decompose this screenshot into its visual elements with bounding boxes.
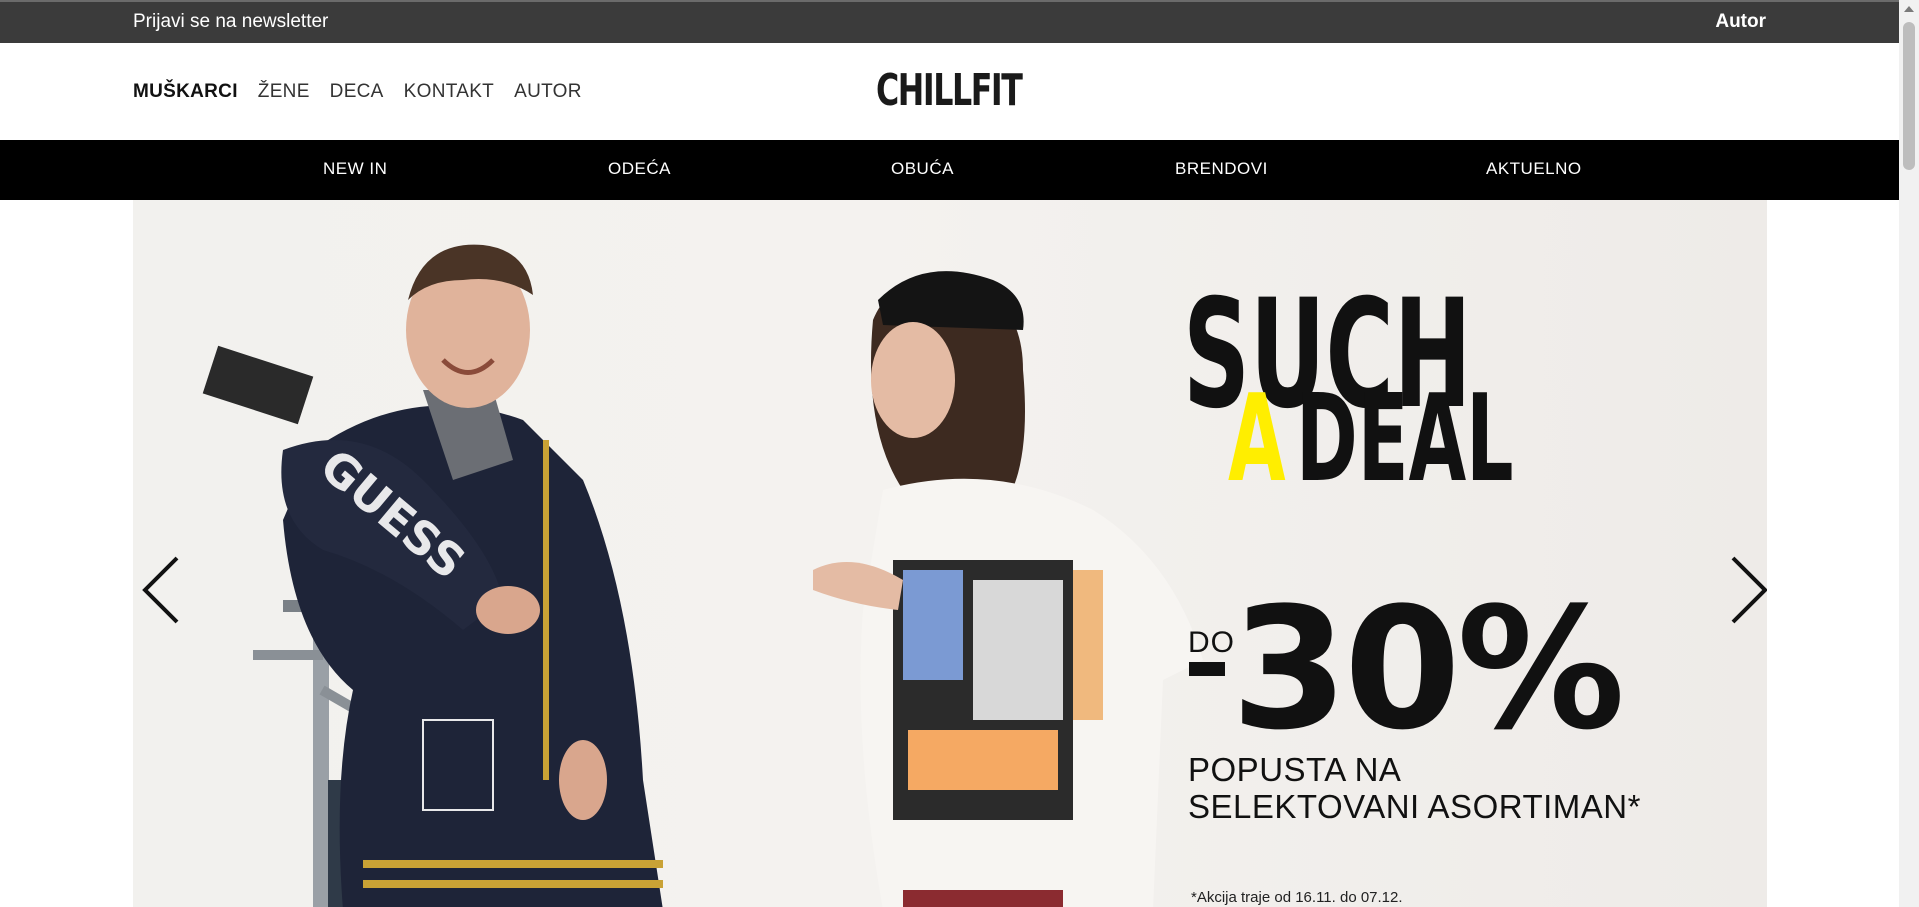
nav-item-autor[interactable]: AUTOR — [514, 81, 582, 103]
model-man-image: GUESS — [202, 244, 663, 907]
hero-banner[interactable]: GUESS SUCH A DEAL DO 30% POPUSTA NA SELE… — [133, 200, 1767, 907]
main-nav-odeca[interactable]: ODEĆA — [608, 159, 671, 179]
site-logo[interactable]: CHILLFIT — [876, 65, 1023, 116]
nav-item-kontakt[interactable]: KONTAKT — [404, 81, 494, 103]
headline-deal: DEAL — [1296, 370, 1514, 509]
discount-line-1: POPUSTA NA — [1188, 751, 1402, 788]
main-nav-brendovi[interactable]: BRENDOVI — [1175, 159, 1268, 179]
nav-item-zene[interactable]: ŽENE — [258, 81, 310, 103]
scrollbar-thumb[interactable] — [1903, 22, 1915, 170]
page-scrollbar[interactable] — [1899, 0, 1919, 907]
headline-a: A — [1228, 370, 1286, 509]
nav-item-deca[interactable]: DECA — [330, 81, 384, 103]
chevron-left-icon[interactable] — [139, 554, 185, 626]
main-nav: NEW IN ODEĆA OBUĆA BRENDOVI AKTUELNO — [0, 140, 1899, 200]
discount-dash — [1189, 662, 1225, 676]
nav-item-muskarci[interactable]: MUŠKARCI — [133, 81, 238, 103]
main-nav-new-in[interactable]: NEW IN — [323, 159, 387, 179]
promo-footnote: *Akcija traje od 16.11. do 07.12. — [1191, 889, 1403, 906]
discount-prefix: DO — [1188, 626, 1235, 659]
gender-nav: MUŠKARCI ŽENE DECA KONTAKT AUTOR — [133, 81, 582, 103]
discount-line-2: SELEKTOVANI ASORTIMAN* — [1188, 788, 1641, 825]
site-header: MUŠKARCI ŽENE DECA KONTAKT AUTOR CHILLFI… — [0, 43, 1899, 140]
chevron-right-icon[interactable] — [1725, 554, 1767, 626]
autor-link[interactable]: Autor — [1715, 11, 1766, 33]
discount-description: POPUSTA NA SELEKTOVANI ASORTIMAN* — [1188, 751, 1641, 825]
discount-value: 30% — [1231, 571, 1625, 767]
newsletter-link[interactable]: Prijavi se na newsletter — [133, 11, 328, 33]
main-nav-obuca[interactable]: OBUĆA — [891, 159, 954, 179]
main-nav-aktuelno[interactable]: AKTUELNO — [1486, 159, 1582, 179]
top-bar: Prijavi se na newsletter Autor — [0, 0, 1899, 43]
scroll-up-icon[interactable] — [1904, 6, 1914, 12]
